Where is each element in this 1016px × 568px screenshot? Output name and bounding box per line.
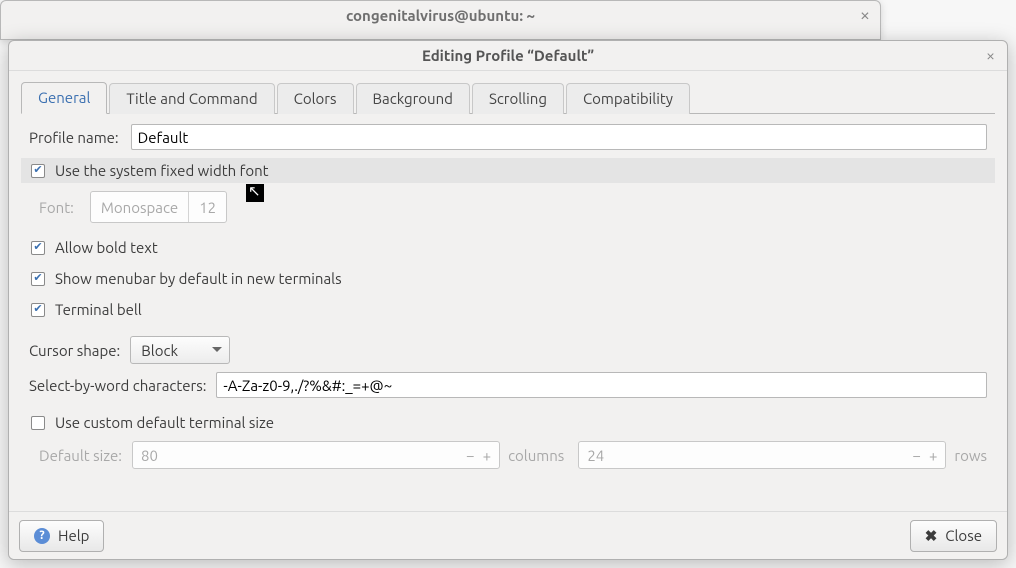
default-size-row: Default size: −+ columns −+ rows (39, 441, 987, 469)
tab-content-general: Profile name: Use the system fixed width… (21, 114, 995, 511)
terminal-bell-label: Terminal bell (55, 301, 142, 318)
rows-minus-icon: − (912, 447, 920, 464)
cursor-shape-select[interactable]: Block (130, 336, 230, 364)
rows-spinner: −+ (578, 441, 946, 469)
tab-strip: General Title and Command Colors Backgro… (21, 81, 995, 114)
allow-bold-label: Allow bold text (55, 239, 158, 256)
terminal-titlebar: congenitalvirus@ubuntu: ~ × (1, 1, 880, 29)
terminal-close-icon[interactable]: × (860, 5, 870, 25)
tab-scrolling[interactable]: Scrolling (472, 83, 564, 114)
terminal-bell-row[interactable]: Terminal bell (29, 297, 987, 322)
tab-general[interactable]: General (21, 82, 107, 114)
terminal-window: congenitalvirus@ubuntu: ~ × (0, 0, 881, 40)
columns-minus-icon: − (466, 447, 474, 464)
dialog-titlebar: Editing Profile “Default” × (9, 41, 1007, 71)
terminal-bell-checkbox[interactable] (31, 303, 45, 317)
close-x-icon: ✖ (925, 527, 938, 545)
columns-input (141, 447, 458, 464)
help-button[interactable]: ? Help (19, 520, 104, 552)
tab-colors[interactable]: Colors (277, 83, 354, 114)
tab-background[interactable]: Background (356, 83, 470, 114)
font-row: Font: Monospace 12 (39, 191, 987, 223)
terminal-title: congenitalvirus@ubuntu: ~ (346, 7, 535, 24)
font-label: Font: (39, 199, 74, 216)
profile-name-row: Profile name: (29, 124, 987, 150)
close-icon[interactable]: × (986, 47, 995, 65)
font-picker-button: Monospace 12 (90, 191, 227, 223)
use-system-font-label: Use the system fixed width font (55, 162, 269, 179)
tab-title-and-command[interactable]: Title and Command (109, 83, 274, 114)
default-size-label: Default size: (39, 447, 122, 464)
dialog-footer: ? Help ✖ Close (9, 511, 1007, 559)
rows-input (587, 447, 904, 464)
font-size: 12 (188, 192, 226, 222)
cursor-shape-label: Cursor shape: (29, 342, 120, 359)
select-by-word-label: Select-by-word characters: (29, 377, 206, 394)
tab-compatibility[interactable]: Compatibility (566, 83, 690, 114)
use-custom-size-label: Use custom default terminal size (55, 414, 274, 431)
columns-unit: columns (508, 447, 564, 464)
profile-name-label: Profile name: (29, 129, 119, 146)
help-icon: ? (34, 528, 50, 544)
use-custom-size-checkbox[interactable] (31, 416, 45, 430)
use-system-font-checkbox[interactable] (31, 164, 45, 178)
allow-bold-checkbox[interactable] (31, 241, 45, 255)
columns-plus-icon: + (483, 447, 491, 464)
close-button[interactable]: ✖ Close (910, 520, 997, 552)
show-menubar-checkbox[interactable] (31, 272, 45, 286)
cursor-shape-row: Cursor shape: Block (29, 336, 987, 364)
help-button-label: Help (58, 527, 89, 544)
show-menubar-label: Show menubar by default in new terminals (55, 270, 342, 287)
dialog-title: Editing Profile “Default” (422, 47, 594, 64)
rows-plus-icon: + (929, 447, 937, 464)
close-button-label: Close (945, 527, 982, 544)
profile-editor-dialog: Editing Profile “Default” × General Titl… (8, 40, 1008, 560)
rows-unit: rows (954, 447, 987, 464)
columns-spinner: −+ (132, 441, 500, 469)
use-custom-size-row[interactable]: Use custom default terminal size (29, 410, 987, 435)
select-by-word-row: Select-by-word characters: (29, 372, 987, 398)
select-by-word-input[interactable] (216, 372, 987, 398)
font-name: Monospace (91, 192, 188, 222)
use-system-font-row[interactable]: Use the system fixed width font (21, 158, 995, 183)
profile-name-input[interactable] (131, 124, 987, 150)
terminal-menubar (1, 29, 880, 39)
show-menubar-row[interactable]: Show menubar by default in new terminals (29, 266, 987, 291)
allow-bold-row[interactable]: Allow bold text (29, 235, 987, 260)
